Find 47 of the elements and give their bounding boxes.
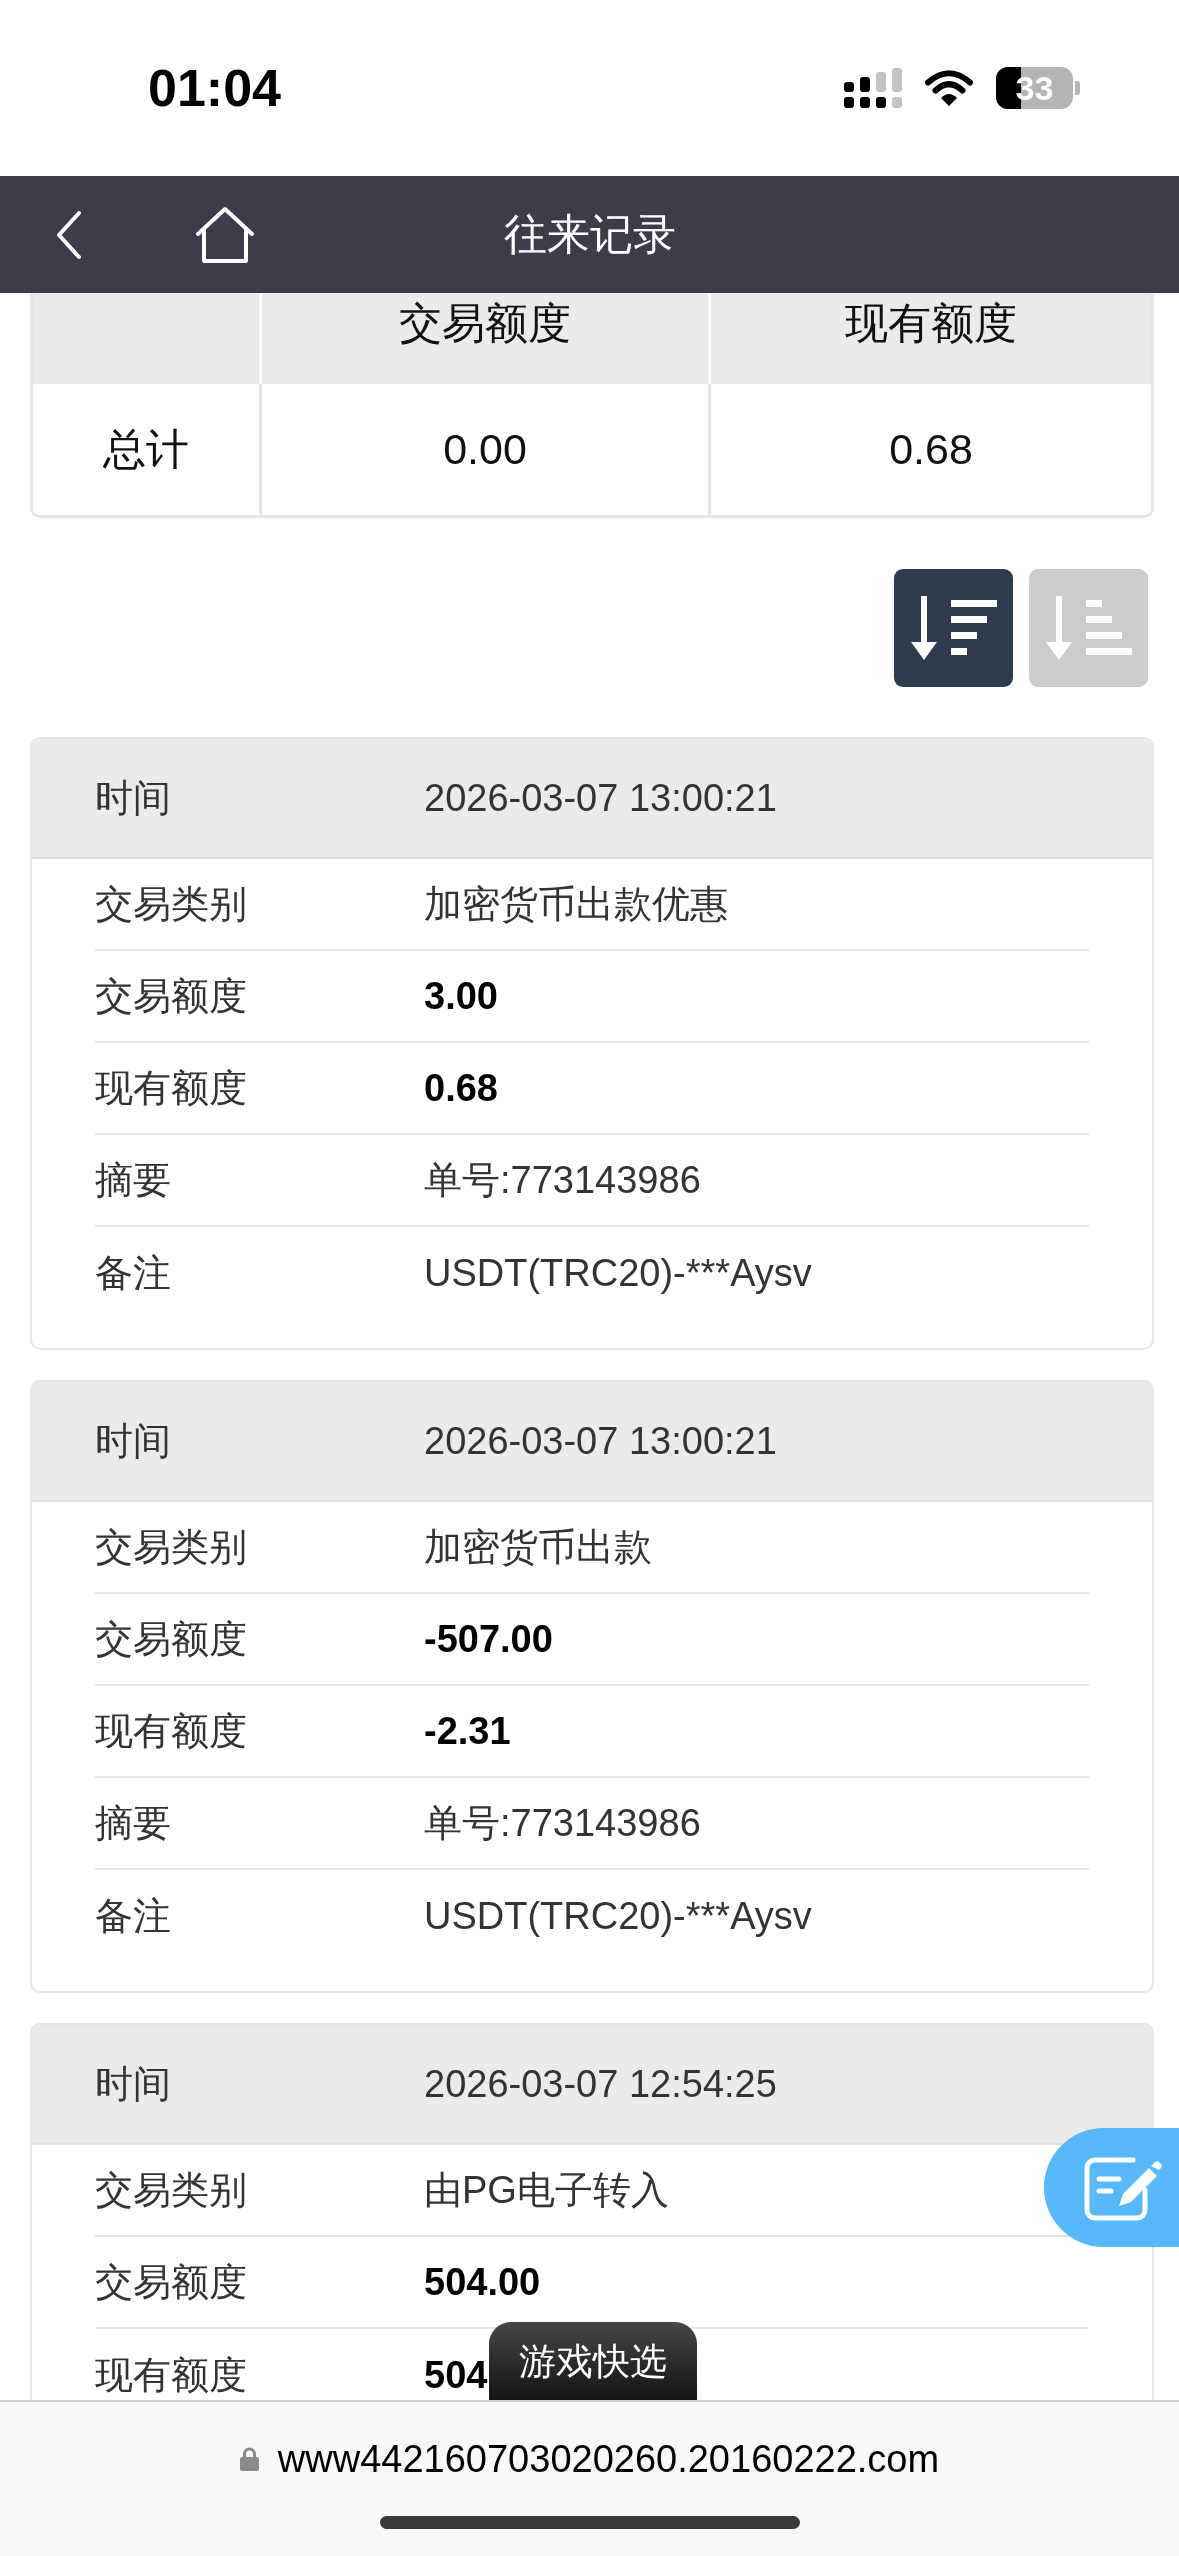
time-label: 时间 xyxy=(95,2065,172,2103)
signal-icon xyxy=(844,68,902,108)
field-label: 交易类别 xyxy=(95,1528,248,1566)
table-cell: 0.68 xyxy=(708,384,1151,515)
time-value: 2026-03-07 12:54:25 xyxy=(424,2065,777,2103)
back-icon[interactable] xyxy=(56,209,82,260)
time-label: 时间 xyxy=(95,779,172,817)
field-label: 备注 xyxy=(95,1254,172,1292)
field-value: 由PG电子转入 xyxy=(424,2171,669,2209)
nav-title: 往来记录 xyxy=(503,213,676,256)
row-header: 总计 xyxy=(102,424,190,475)
field-value: -507.00 xyxy=(424,1620,553,1658)
field-label: 交易类别 xyxy=(95,885,248,923)
time-value: 2026-03-07 13:00:21 xyxy=(424,779,777,817)
url-text[interactable]: www442160703020260.20160222.com xyxy=(277,2440,940,2478)
field-label: 现有额度 xyxy=(95,2356,248,2394)
field-value: 单号:773143986 xyxy=(424,1161,701,1199)
field-value: 504 xyxy=(424,2356,488,2394)
field-label: 交易类别 xyxy=(95,2171,248,2209)
home-icon[interactable] xyxy=(195,205,255,264)
field-label: 摘要 xyxy=(95,1804,172,1842)
field-label: 现有额度 xyxy=(95,1069,248,1107)
lock-icon xyxy=(239,2447,259,2471)
field-label: 交易额度 xyxy=(95,2263,248,2301)
time-label: 时间 xyxy=(95,1422,172,1460)
field-value: 加密货币出款 xyxy=(424,1528,652,1566)
sort-button[interactable] xyxy=(894,569,1013,687)
field-value: 3.00 xyxy=(424,977,498,1015)
field-label: 备注 xyxy=(95,1897,172,1935)
field-label: 交易额度 xyxy=(95,977,248,1015)
field-label: 摘要 xyxy=(95,1161,172,1199)
field-value: -2.31 xyxy=(424,1712,511,1750)
wifi-icon xyxy=(924,69,974,107)
quick-select-tab[interactable]: 游戏快选 xyxy=(489,2322,697,2400)
field-value: USDT(TRC20)-***Aysv xyxy=(424,1254,812,1292)
sort-descending-icon xyxy=(910,596,997,660)
field-value: 加密货币出款优惠 xyxy=(424,885,728,923)
field-value: 0.68 xyxy=(424,1069,498,1107)
time-value: 2026-03-07 13:00:21 xyxy=(424,1422,777,1460)
status-time: 01:04 xyxy=(148,62,281,114)
sort-ascending-icon xyxy=(1045,596,1132,660)
field-label: 交易额度 xyxy=(95,1620,248,1658)
field-label: 现有额度 xyxy=(95,1712,248,1750)
field-value: 单号:773143986 xyxy=(424,1804,701,1842)
field-value: 504.00 xyxy=(424,2263,541,2301)
table-cell: 0.00 xyxy=(259,384,708,515)
field-value: USDT(TRC20)-***Aysv xyxy=(424,1897,812,1935)
